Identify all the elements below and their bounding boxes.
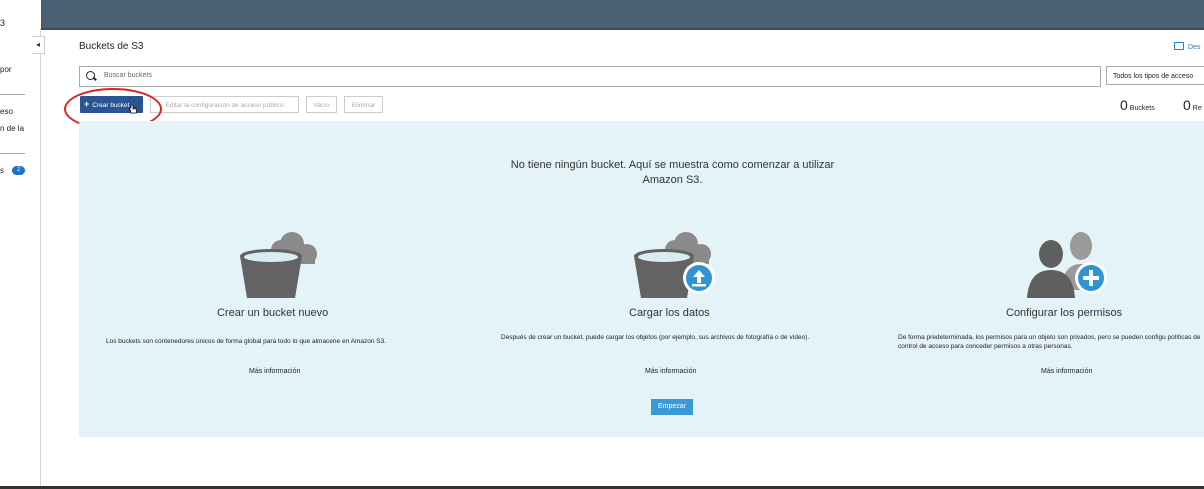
card-permissions-title: Configurar los permisos <box>1006 307 1123 319</box>
search-input[interactable]: Buscar buckets <box>79 66 1101 87</box>
card-upload-desc: Después de crear un bucket, puede cargar… <box>501 334 810 341</box>
top-bar-left-corner <box>0 0 41 30</box>
hand-cursor-icon <box>129 105 137 114</box>
documentation-link-label: Des <box>1188 44 1201 51</box>
region-count-value: 0 <box>1183 97 1191 113</box>
card-permissions-desc: De forma predeterminada, los permisos pa… <box>898 334 1201 350</box>
edit-public-access-button[interactable]: Editar la configuración de acceso públic… <box>150 96 299 113</box>
empty-state-headline: No tiene ningún bucket. Aquí se muestra … <box>510 159 835 186</box>
empty-bucket-button[interactable]: Vacío <box>306 96 337 113</box>
card-create-more-link[interactable]: Más información <box>249 368 300 375</box>
card-create-title: Crear un bucket nuevo <box>217 307 329 319</box>
sidebar-fragment-4[interactable]: n de la <box>0 124 24 133</box>
sidebar-count-badge: 2 <box>12 166 25 175</box>
upload-data-icon <box>634 232 715 298</box>
sidebar-fragment-5[interactable]: s <box>0 166 4 175</box>
region-count-label: Re <box>1192 105 1202 112</box>
card-upload-title: Cargar los datos <box>629 307 710 319</box>
bucket-count-label: Buckets <box>1129 105 1155 112</box>
card-create-desc: Los buckets son contenedores únicos de f… <box>106 338 387 345</box>
page-title: Buckets de S3 <box>79 41 144 52</box>
access-type-filter-select[interactable]: Todos los tipos de acceso <box>1106 66 1204 85</box>
delete-bucket-button[interactable]: Eliminar <box>344 96 383 113</box>
card-permissions-more-link[interactable]: Más información <box>1041 368 1092 375</box>
sidebar: 3 por eso n de la s 2 <box>0 18 41 489</box>
sidebar-divider <box>0 94 25 95</box>
bucket-count-value: 0 <box>1120 97 1128 113</box>
sidebar-fragment-3[interactable]: eso <box>0 107 13 116</box>
bucket-cloud-icon <box>240 232 317 298</box>
search-icon <box>86 71 95 80</box>
get-started-button[interactable]: Empezar <box>651 399 693 415</box>
console-top-bar <box>0 0 1204 30</box>
region-count: 0 Re <box>1183 97 1202 115</box>
user-permissions-icon <box>1027 232 1107 298</box>
sidebar-divider <box>0 153 25 154</box>
search-placeholder: Buscar buckets <box>104 72 152 79</box>
video-icon <box>1174 42 1184 50</box>
documentation-link[interactable]: Des <box>1174 42 1200 51</box>
card-upload-more-link[interactable]: Más información <box>645 368 696 375</box>
sidebar-collapse-button[interactable]: ◂ <box>32 36 45 54</box>
bucket-count: 0 Buckets <box>1120 97 1155 115</box>
sidebar-fragment-2[interactable]: por <box>0 65 12 74</box>
sidebar-fragment-1[interactable]: 3 <box>0 18 5 28</box>
